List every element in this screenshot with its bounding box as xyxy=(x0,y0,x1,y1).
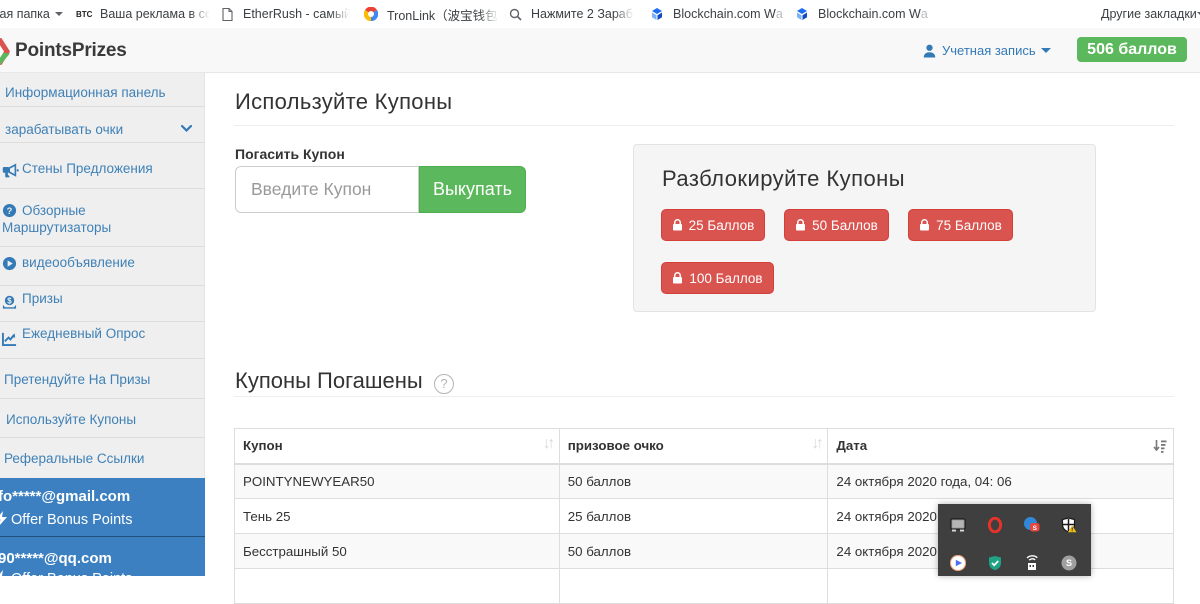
svg-text:$: $ xyxy=(7,296,12,305)
svg-text:S: S xyxy=(1066,558,1072,568)
svg-text:S: S xyxy=(1033,525,1038,532)
svg-text:?: ? xyxy=(7,206,13,216)
